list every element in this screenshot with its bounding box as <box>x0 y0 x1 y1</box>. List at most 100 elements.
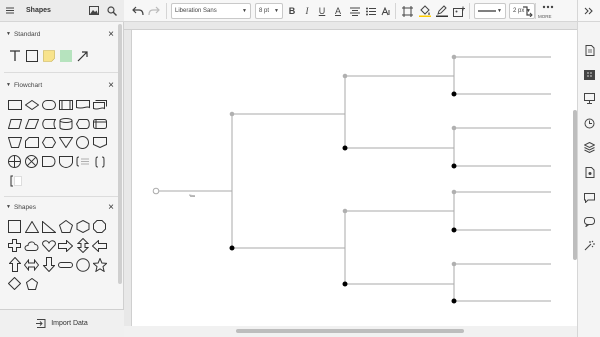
rectangle-shape[interactable] <box>23 46 40 65</box>
import-data-button[interactable]: Import Data <box>0 309 124 337</box>
brace-shape[interactable] <box>91 152 108 171</box>
cloud-shape[interactable] <box>23 236 40 255</box>
waypoint-button[interactable] <box>520 3 534 19</box>
section-standard-header[interactable]: ▼ Standard × <box>0 28 118 40</box>
multi-document-shape[interactable] <box>91 95 108 114</box>
grandparent-node-black[interactable] <box>342 145 348 151</box>
image-icon[interactable] <box>88 5 100 17</box>
search-icon[interactable] <box>106 5 118 17</box>
octagon-shape[interactable] <box>91 217 108 236</box>
down-arrow-shape[interactable] <box>40 255 57 274</box>
star-shape[interactable] <box>91 255 108 274</box>
ancestor-node-black[interactable] <box>451 227 457 233</box>
double-horizontal-arrow-shape[interactable] <box>23 255 40 274</box>
format-icon[interactable] <box>584 69 595 80</box>
section-flowchart-header[interactable]: ▼ Flowchart × <box>0 79 118 91</box>
menu-icon[interactable] <box>4 5 16 17</box>
collapse-panel-button[interactable] <box>577 0 600 22</box>
triangle-shape[interactable] <box>23 217 40 236</box>
diamond-shape[interactable] <box>6 274 23 293</box>
note-shape[interactable] <box>40 46 57 65</box>
hexagon-shape[interactable] <box>74 217 91 236</box>
right-arrow-shape[interactable] <box>57 236 74 255</box>
comments-icon[interactable] <box>584 192 595 203</box>
align-button[interactable] <box>348 3 362 19</box>
card-shape[interactable] <box>23 133 40 152</box>
close-section-icon[interactable]: × <box>108 29 114 40</box>
parent-node-gray[interactable] <box>229 111 235 117</box>
summing-junction-shape[interactable] <box>6 152 23 171</box>
font-size-select[interactable]: 8 pt ▼ <box>255 3 283 19</box>
bold-button[interactable]: B <box>285 3 299 19</box>
hexagon-shape[interactable] <box>40 133 57 152</box>
ellipse-shape[interactable] <box>74 255 91 274</box>
text-color-button[interactable]: A <box>331 3 345 19</box>
ancestor-node-black[interactable] <box>451 298 457 304</box>
close-section-icon[interactable]: × <box>108 202 114 213</box>
ancestor-node-gray[interactable] <box>451 261 457 267</box>
root-node[interactable] <box>152 187 160 195</box>
right-triangle-shape[interactable] <box>40 217 57 236</box>
heart-shape[interactable] <box>40 236 57 255</box>
font-family-select[interactable]: Liberation Sans ▼ <box>171 3 251 19</box>
history-icon[interactable] <box>584 118 595 129</box>
list-button[interactable] <box>364 3 378 19</box>
ancestor-node-gray[interactable] <box>451 125 457 131</box>
annotation-shape[interactable] <box>74 152 91 171</box>
diagram-canvas[interactable]: You <box>132 30 577 326</box>
more-button[interactable] <box>538 1 558 13</box>
manual-operation-shape[interactable] <box>6 133 23 152</box>
decision-shape[interactable] <box>23 95 40 114</box>
off-page-shape[interactable] <box>91 133 108 152</box>
line-style-select[interactable]: ▼ <box>474 3 506 19</box>
data-shape[interactable] <box>6 114 23 133</box>
database-shape[interactable] <box>57 114 74 133</box>
shapes-panel-scrollbar[interactable] <box>118 24 122 284</box>
grandparent-node-gray[interactable] <box>342 73 348 79</box>
close-section-icon[interactable]: × <box>108 80 114 91</box>
chat-icon[interactable] <box>584 216 595 227</box>
double-vertical-arrow-shape[interactable] <box>74 236 91 255</box>
cross-shape[interactable] <box>6 236 23 255</box>
underline-button[interactable]: U <box>315 3 329 19</box>
display-shape[interactable] <box>74 114 91 133</box>
or-shape[interactable] <box>23 152 40 171</box>
small-pentagon-shape[interactable] <box>23 274 40 293</box>
section-shapes-header[interactable]: ▼ Shapes × <box>0 201 118 213</box>
shield-shape[interactable] <box>57 152 74 171</box>
internal-storage-shape[interactable] <box>91 114 108 133</box>
predefined-process-shape[interactable] <box>57 95 74 114</box>
ancestor-node-gray[interactable] <box>451 189 457 195</box>
redo-button[interactable] <box>146 3 162 19</box>
left-arrow-shape[interactable] <box>91 236 108 255</box>
horizontal-scrollbar[interactable] <box>132 326 577 337</box>
text-shape[interactable] <box>6 46 23 65</box>
undo-button[interactable] <box>130 3 146 19</box>
stored-data-shape[interactable] <box>40 114 57 133</box>
scrollbar-thumb[interactable] <box>236 329 464 333</box>
line-color-button[interactable] <box>434 3 450 19</box>
effects-button[interactable] <box>451 3 467 19</box>
grandparent-node-black[interactable] <box>342 281 348 287</box>
circle-shape[interactable] <box>74 133 91 152</box>
layers-icon[interactable] <box>584 142 595 153</box>
text-options-button[interactable] <box>379 3 393 19</box>
arrow-shape[interactable] <box>74 46 91 65</box>
italic-button[interactable]: I <box>300 3 314 19</box>
merge-shape[interactable] <box>57 133 74 152</box>
ancestor-node-black[interactable] <box>451 91 457 97</box>
delay-shape[interactable] <box>40 152 57 171</box>
colored-block-shape[interactable] <box>57 46 74 65</box>
fill-color-button[interactable] <box>417 3 433 19</box>
document-shape[interactable] <box>74 95 91 114</box>
process-shape[interactable] <box>6 95 23 114</box>
square-shape[interactable] <box>6 217 23 236</box>
grandparent-node-gray[interactable] <box>342 208 348 214</box>
rounded-bar-shape[interactable] <box>57 255 74 274</box>
bracket-shape[interactable] <box>6 171 23 190</box>
ancestor-node-black[interactable] <box>451 163 457 169</box>
parent-node-black[interactable] <box>229 245 235 251</box>
data-linking-icon[interactable] <box>584 167 595 178</box>
presentation-icon[interactable] <box>584 93 595 104</box>
pentagon-shape[interactable] <box>57 217 74 236</box>
